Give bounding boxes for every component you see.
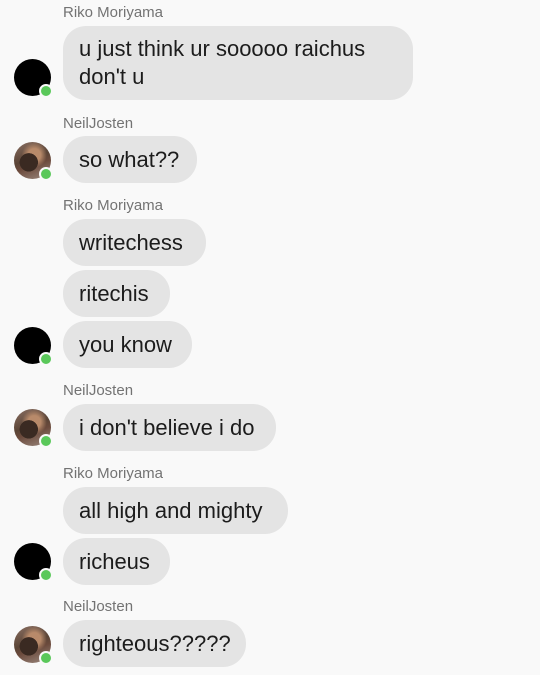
sender-name: NeilJosten <box>63 598 134 615</box>
avatar[interactable] <box>14 59 53 98</box>
message-bubble[interactable]: righteous????? <box>63 620 246 667</box>
sender-name: NeilJosten <box>63 115 134 132</box>
online-status-icon <box>39 167 53 181</box>
message-bubble[interactable]: richeus <box>63 538 170 585</box>
sender-name: NeilJosten <box>63 382 134 399</box>
message-bubble[interactable]: u just think ur sooooo raichus don't u <box>63 26 413 100</box>
avatar[interactable] <box>14 142 53 181</box>
online-status-icon <box>39 84 53 98</box>
sender-name: Riko Moriyama <box>63 197 164 214</box>
online-status-icon <box>39 568 53 582</box>
avatar[interactable] <box>14 409 53 448</box>
message-bubble[interactable]: so what?? <box>63 136 197 183</box>
message-bubble[interactable]: you know <box>63 321 192 368</box>
online-status-icon <box>39 434 53 448</box>
message-bubble[interactable]: all high and mighty <box>63 487 288 534</box>
message-bubble[interactable]: ritechis <box>63 270 170 317</box>
avatar[interactable] <box>14 626 53 665</box>
online-status-icon <box>39 651 53 665</box>
online-status-icon <box>39 352 53 366</box>
avatar[interactable] <box>14 327 53 366</box>
sender-name: Riko Moriyama <box>63 465 164 482</box>
sender-name: Riko Moriyama <box>63 4 164 21</box>
avatar[interactable] <box>14 543 53 582</box>
message-bubble[interactable]: writechess <box>63 219 206 266</box>
message-bubble[interactable]: i don't believe i do <box>63 404 276 451</box>
